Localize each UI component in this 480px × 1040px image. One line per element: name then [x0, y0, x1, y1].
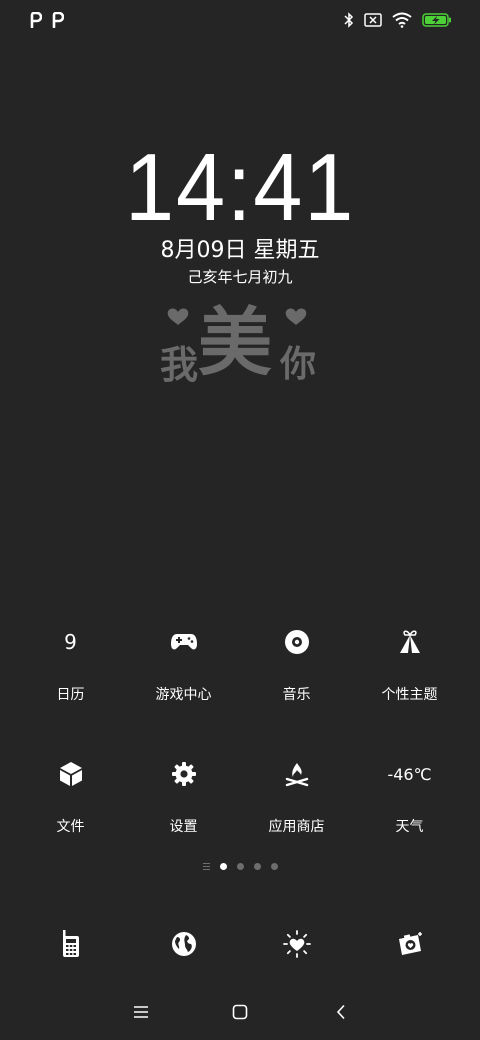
notification-p-icon: [52, 12, 64, 28]
back-button[interactable]: [329, 1000, 353, 1024]
app-store[interactable]: 应用商店: [240, 744, 353, 876]
app-label: 文件: [56, 819, 85, 835]
notification-p-icon: [30, 12, 42, 28]
svg-text:美: 美: [198, 300, 272, 384]
page-dot[interactable]: [270, 863, 278, 870]
camera-icon: [398, 932, 422, 955]
battery-charging-icon: [422, 13, 451, 27]
app-store-flame-icon: [277, 754, 317, 794]
dock-favorites[interactable]: [240, 920, 353, 968]
app-weather[interactable]: -46℃ 天气: [353, 744, 466, 876]
page-dot[interactable]: [253, 863, 261, 870]
page-dot[interactable]: [236, 863, 244, 870]
navigation-bar: [0, 990, 480, 1034]
status-bar: [0, 0, 480, 44]
home-icon: [232, 1004, 248, 1020]
file-cube-icon: [51, 754, 91, 794]
lunar-date-text: 己亥年七月初九: [187, 268, 293, 286]
bluetooth-icon: [344, 12, 354, 28]
music-disc-icon: [277, 622, 317, 662]
browser-globe-icon: [171, 932, 196, 956]
heart-sun-icon: [282, 930, 311, 958]
dock-phone[interactable]: [14, 920, 127, 968]
home-button[interactable]: [228, 1000, 252, 1024]
gamepad-icon: [164, 622, 204, 662]
app-label: 天气: [395, 819, 424, 835]
dock-browser[interactable]: [127, 920, 240, 968]
app-label: 音乐: [282, 687, 311, 703]
app-label: 个性主题: [381, 687, 438, 703]
phone-icon: [62, 930, 79, 957]
lock-screen: 14:41 8月09日 星期五 己亥年七月初九 我 美 你 9 日历 游戏中心 …: [0, 0, 480, 1040]
page-dot-active[interactable]: [219, 863, 227, 870]
app-label: 日历: [56, 687, 85, 703]
app-label: 游戏中心: [155, 687, 212, 703]
clock-time: 14:41: [124, 134, 356, 241]
menu-icon: [134, 1006, 148, 1018]
app-files[interactable]: 文件: [14, 744, 127, 876]
page-list-icon[interactable]: [202, 863, 210, 870]
svg-text:你: 你: [279, 344, 316, 384]
app-game-center[interactable]: 游戏中心: [127, 612, 240, 744]
calendar-icon: 9: [64, 630, 77, 654]
app-row: 9 日历 游戏中心 音乐 个性主题: [14, 612, 466, 744]
back-icon: [336, 1004, 345, 1020]
date-text: 8月09日 星期五: [160, 238, 320, 263]
app-row: 文件 设置 应用商店 -46℃ 天气: [14, 744, 466, 876]
no-sim-icon: [364, 13, 382, 27]
dock-camera[interactable]: [353, 920, 466, 968]
app-settings[interactable]: 设置: [127, 744, 240, 876]
weather-icon: -46℃: [387, 764, 432, 784]
app-label: 应用商店: [268, 819, 325, 835]
wifi-icon: [392, 12, 412, 28]
theme-gift-icon: [390, 622, 430, 662]
app-grid: 9 日历 游戏中心 音乐 个性主题 文件 设置 应用商店 -46℃ 天气: [14, 612, 466, 876]
signature-artwork: 我 美 你: [160, 300, 316, 384]
app-label: 设置: [169, 819, 198, 835]
app-calendar[interactable]: 9 日历: [14, 612, 127, 744]
app-themes[interactable]: 个性主题: [353, 612, 466, 744]
dock: [14, 920, 466, 968]
app-music[interactable]: 音乐: [240, 612, 353, 744]
svg-text:我: 我: [160, 343, 198, 384]
page-indicator: [0, 863, 480, 870]
gear-icon: [164, 754, 204, 794]
menu-button[interactable]: [129, 1000, 153, 1024]
